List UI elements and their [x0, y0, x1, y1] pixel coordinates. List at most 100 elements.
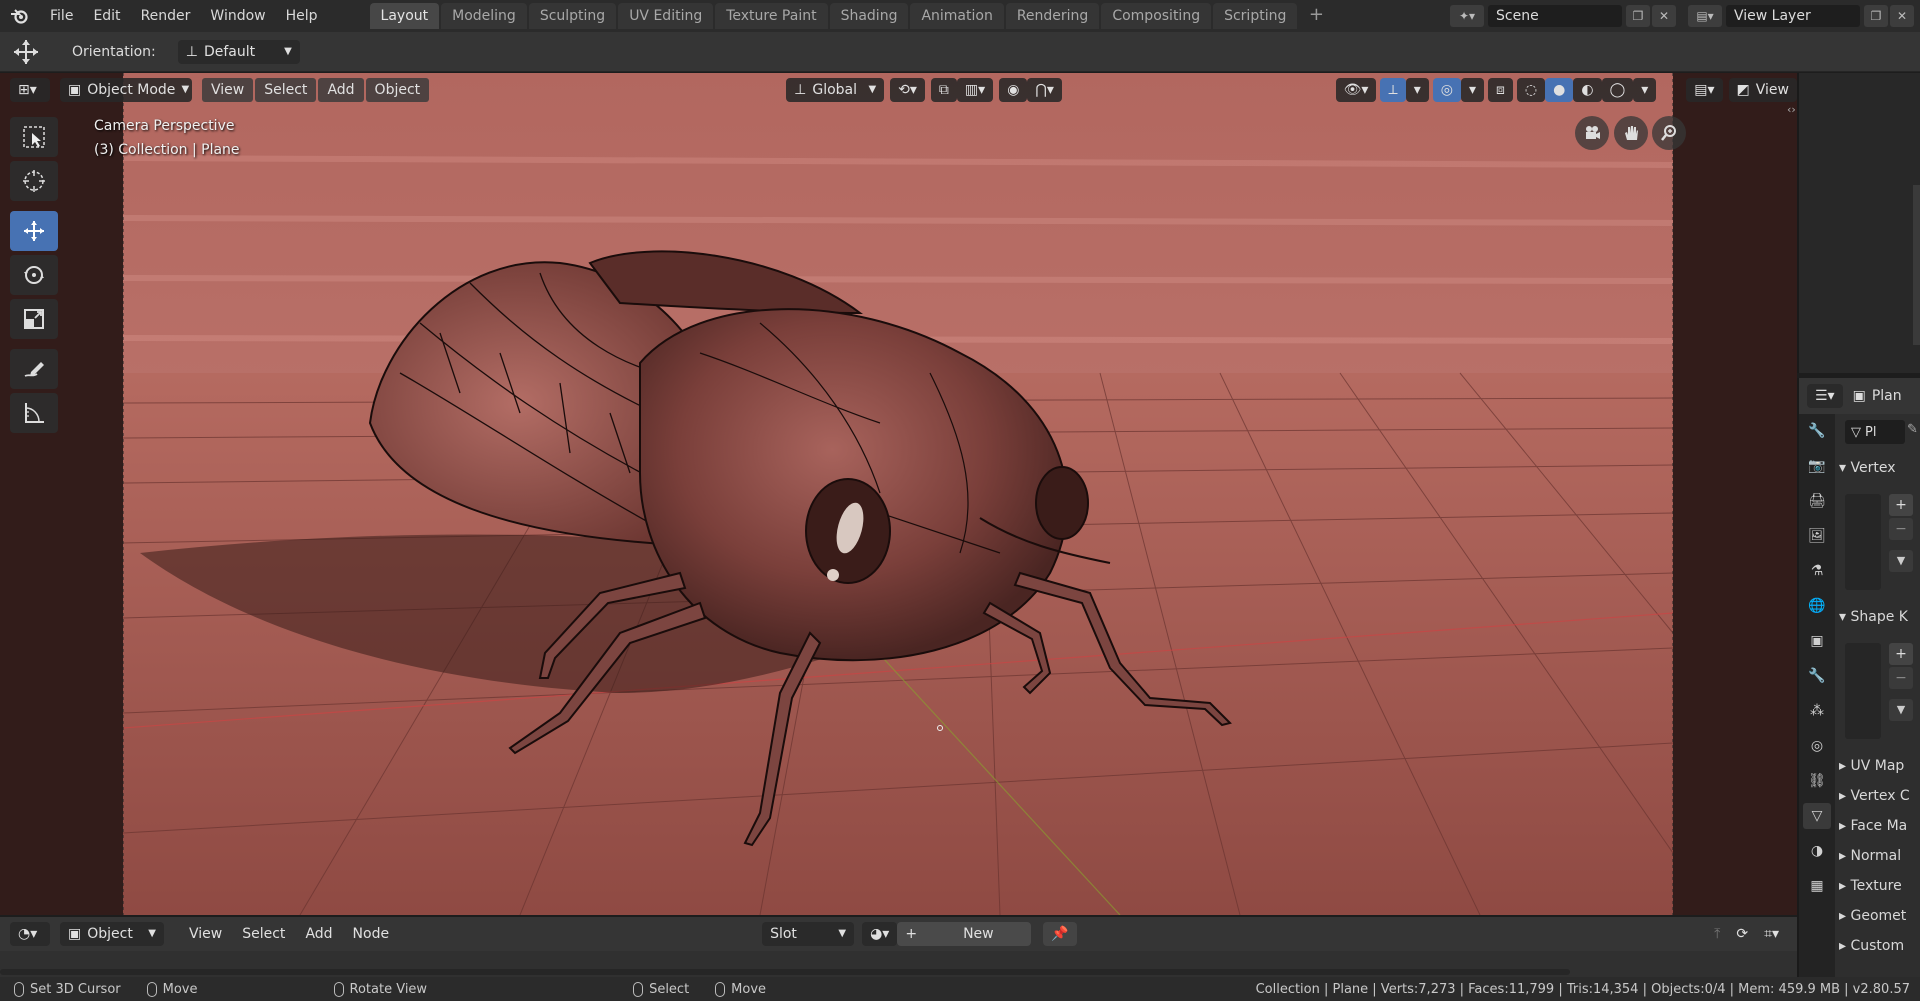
shader-menu-add[interactable]: Add [296, 922, 341, 946]
transform-orientation-dropdown[interactable]: ⊥ Global ▼ [786, 78, 885, 102]
add-workspace-button[interactable]: + [1305, 5, 1327, 27]
mesh-data-tab-icon[interactable]: ▽ [1803, 803, 1831, 829]
menu-view[interactable]: View [202, 78, 254, 102]
remove-vertex-group-button[interactable]: − [1889, 518, 1913, 540]
visibility-dropdown[interactable]: 👁▾ [1335, 78, 1377, 102]
shader-scrollbar[interactable] [0, 969, 1570, 975]
view-layer-field[interactable]: View Layer [1726, 5, 1860, 27]
outliner-panel[interactable] [1797, 73, 1920, 373]
menu-add[interactable]: Add [318, 78, 364, 102]
shading-material-icon[interactable]: ◐ [1573, 78, 1602, 102]
measure-tool-icon[interactable] [10, 393, 58, 433]
node-snap-icon[interactable]: ⟳ [1728, 922, 1756, 946]
overlay-toggle-icon[interactable]: ◎ [1432, 78, 1461, 102]
editor-type-dropdown[interactable]: ⊞▾ [10, 78, 50, 102]
pin-icon[interactable]: 📌 [1043, 922, 1077, 946]
shading-rendered-icon[interactable]: ◯ [1601, 78, 1634, 102]
snap-node-dropdown[interactable]: ⌗▾ [1756, 922, 1787, 946]
tab-modeling[interactable]: Modeling [441, 3, 527, 29]
shader-editor-type-dropdown[interactable]: ◔▾ [10, 922, 50, 946]
vertex-colors-panel-header[interactable]: ▸ Vertex C [1839, 788, 1920, 804]
snap-target-dropdown[interactable]: ▥▾ [956, 78, 994, 102]
snap-toggle-icon[interactable]: ⧉ [930, 78, 957, 102]
fake-user-icon[interactable]: ✎ [1907, 422, 1918, 437]
new-material-button[interactable]: + New [897, 922, 1032, 946]
shader-menu-view[interactable]: View [180, 922, 231, 946]
custom-properties-panel-header[interactable]: ▸ Custom [1839, 938, 1920, 954]
slot-dropdown[interactable]: Slot ▼ [762, 922, 855, 946]
shader-type-dropdown[interactable]: ▣ Object ▼ [60, 922, 164, 946]
shape-keys-panel-header[interactable]: ▾ Shape K [1839, 609, 1920, 625]
menu-object[interactable]: Object [365, 78, 430, 102]
texture-space-panel-header[interactable]: ▸ Texture [1839, 878, 1920, 894]
zoom-icon[interactable] [1652, 116, 1686, 150]
select-box-tool-icon[interactable] [10, 117, 58, 157]
physics-tab-icon[interactable]: ◎ [1803, 733, 1831, 759]
rotate-tool-icon[interactable] [10, 255, 58, 295]
shader-menu-node[interactable]: Node [344, 922, 399, 946]
scene-delete-icon[interactable]: ✕ [1652, 5, 1676, 27]
pivot-point-dropdown[interactable]: ⟲▾ [890, 78, 925, 102]
mode-dropdown[interactable]: ▣ Object Mode ▼ [60, 78, 192, 102]
outliner-scroll-area[interactable] [1913, 185, 1920, 345]
material-browse-icon[interactable]: ◕▾ [862, 922, 898, 946]
scene-browse-icon[interactable]: ✦▾ [1450, 5, 1484, 27]
texture-tab-icon[interactable]: ▦ [1803, 873, 1831, 899]
camera-view-icon[interactable] [1575, 116, 1609, 150]
menu-edit[interactable]: Edit [83, 0, 130, 32]
object-tab-icon[interactable]: ▣ [1803, 628, 1831, 654]
tab-shading[interactable]: Shading [829, 3, 909, 29]
modifier-tab-icon[interactable]: 🔧 [1803, 663, 1831, 689]
render-tab-icon[interactable]: 📷 [1803, 453, 1831, 479]
mesh-datablock-field[interactable]: ▽ Pl [1845, 420, 1905, 444]
tab-layout[interactable]: Layout [369, 3, 440, 29]
move-tool-icon[interactable] [0, 38, 52, 66]
sidebar-editor-dropdown[interactable]: ▤▾ [1686, 78, 1723, 102]
tab-sculpting[interactable]: Sculpting [528, 3, 617, 29]
scale-tool-icon[interactable] [10, 299, 58, 339]
output-tab-icon[interactable]: 🖨 [1803, 488, 1831, 514]
add-vertex-group-button[interactable]: + [1889, 494, 1913, 516]
material-tab-icon[interactable]: ◑ [1803, 838, 1831, 864]
pan-hand-icon[interactable] [1614, 116, 1648, 150]
shading-wireframe-icon[interactable]: ◌ [1516, 78, 1546, 102]
gizmo-toggle-icon[interactable]: ⟂ [1380, 78, 1406, 102]
vertex-groups-panel-header[interactable]: ▾ Vertex [1839, 460, 1920, 476]
vertex-group-menu-icon[interactable]: ▼ [1889, 550, 1913, 572]
menu-select[interactable]: Select [255, 78, 317, 102]
world-tab-icon[interactable]: 🌐 [1803, 593, 1831, 619]
uv-maps-panel-header[interactable]: ▸ UV Map [1839, 758, 1920, 774]
menu-help[interactable]: Help [276, 0, 328, 32]
scene-copy-icon[interactable]: ❐ [1626, 5, 1650, 27]
menu-window[interactable]: Window [200, 0, 275, 32]
vertex-groups-list[interactable] [1845, 494, 1881, 590]
3d-viewport[interactable]: ⊞▾ ▣ Object Mode ▼ View Select Add Objec… [0, 73, 1797, 915]
menu-render[interactable]: Render [131, 0, 201, 32]
annotate-tool-icon[interactable] [10, 349, 58, 389]
scene-render[interactable] [0, 73, 1797, 915]
shape-keys-list[interactable] [1845, 643, 1881, 739]
blender-logo-icon[interactable] [0, 0, 40, 32]
tab-scripting[interactable]: Scripting [1213, 3, 1298, 29]
properties-editor-dropdown[interactable]: ☰▾ [1807, 384, 1843, 408]
tool-tab-icon[interactable]: 🔧 [1803, 418, 1831, 444]
tab-compositing[interactable]: Compositing [1101, 3, 1212, 29]
gizmo-dropdown[interactable]: ▾ [1405, 78, 1429, 102]
parent-node-tree-icon[interactable]: ⤒ [1706, 922, 1728, 946]
scene-name-field[interactable]: Scene [1488, 5, 1622, 27]
scene-tab-icon[interactable]: ⚗ [1803, 558, 1831, 584]
tab-animation[interactable]: Animation [910, 3, 1004, 29]
view-button[interactable]: ◩ View [1728, 78, 1797, 102]
move-tool-icon[interactable] [10, 211, 58, 251]
constraints-tab-icon[interactable]: ⛓ [1803, 768, 1831, 794]
normals-panel-header[interactable]: ▸ Normal [1839, 848, 1920, 864]
view-layer-browse-icon[interactable]: ▤▾ [1688, 5, 1722, 27]
tab-texture-paint[interactable]: Texture Paint [715, 3, 828, 29]
sidebar-toggle-icon[interactable]: ‹› [1787, 103, 1796, 116]
view-layer-copy-icon[interactable]: ❐ [1864, 5, 1888, 27]
xray-toggle-icon[interactable]: ⧈ [1488, 78, 1513, 102]
geometry-data-panel-header[interactable]: ▸ Geomet [1839, 908, 1920, 924]
menu-file[interactable]: File [40, 0, 83, 32]
orientation-dropdown[interactable]: ⊥ Default ▼ [177, 39, 300, 64]
overlay-dropdown[interactable]: ▾ [1460, 78, 1484, 102]
